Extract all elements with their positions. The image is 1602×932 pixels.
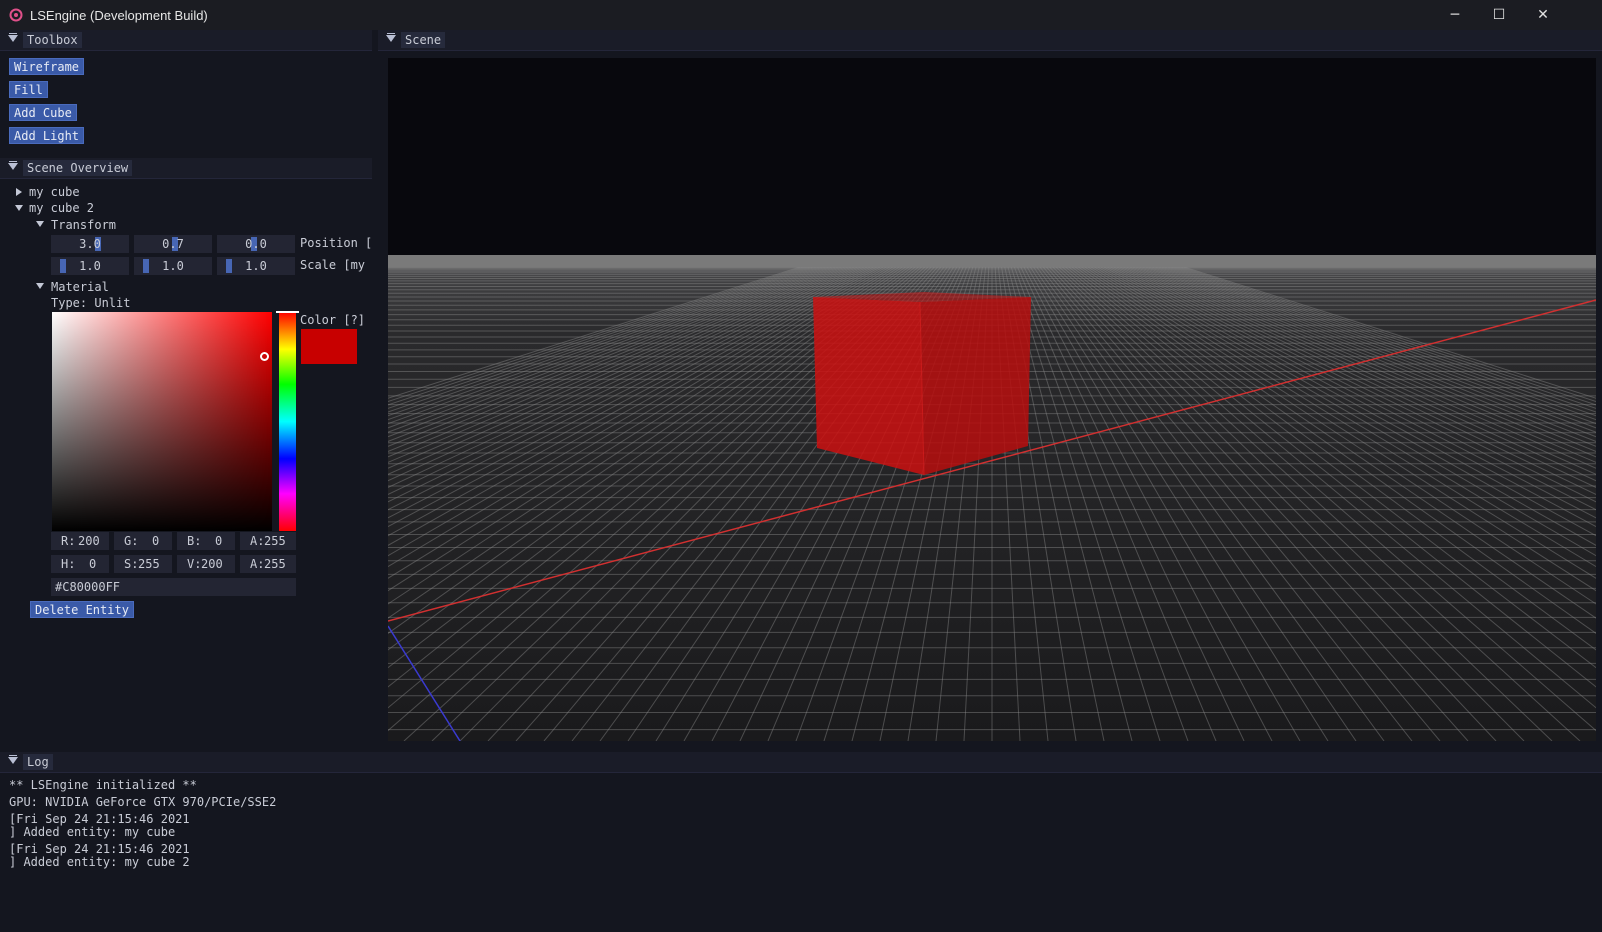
material-type: Type: Unlit <box>51 296 131 310</box>
scale-x-field[interactable]: 1.0 <box>51 257 129 275</box>
scale-z-field[interactable]: 1.0 <box>217 257 295 275</box>
hue-slider[interactable] <box>276 311 299 531</box>
log-line: ] Added entity: my cube <box>9 825 176 839</box>
cube-left-face <box>813 297 924 475</box>
saturation-field[interactable]: S: 255 <box>114 555 172 573</box>
scene-overview-header: Scene Overview <box>0 158 372 179</box>
color-label: Color [?] <box>300 313 366 327</box>
red-field[interactable]: R: 200 <box>51 532 109 550</box>
position-label: Position [n <box>300 236 372 250</box>
window-title: LSEngine (Development Build) <box>30 8 208 23</box>
color-swatch[interactable] <box>301 329 357 364</box>
scene-viewport[interactable] <box>388 58 1596 741</box>
window-titlebar: LSEngine (Development Build) ─ ☐ ✕ <box>0 0 1602 30</box>
toolbox-panel: Toolbox Wireframe Fill Add Cube Add Ligh… <box>0 30 372 154</box>
log-line: [Fri Sep 24 21:15:46 2021 <box>9 842 190 856</box>
slider-grab[interactable] <box>226 259 232 273</box>
transform-node[interactable]: Transform <box>51 218 116 232</box>
collapse-icon[interactable] <box>8 755 18 764</box>
alpha-field[interactable]: A: 255 <box>240 532 296 550</box>
log-line: ** LSEngine initialized ** <box>9 778 197 792</box>
minimize-button[interactable]: ─ <box>1432 0 1478 30</box>
expand-icon[interactable] <box>16 188 22 196</box>
hex-field[interactable]: #C80000FF <box>51 578 296 596</box>
entity-my-cube-2[interactable]: my cube 2 <box>29 201 94 215</box>
log-title[interactable]: Log <box>23 754 53 770</box>
alpha-field[interactable]: A: 255 <box>240 555 296 573</box>
picker-cursor[interactable] <box>260 352 269 361</box>
log-header: Log <box>0 752 1602 773</box>
cube-right-face <box>920 297 1031 475</box>
horizon-band <box>388 255 1596 267</box>
add-light-button[interactable]: Add Light <box>9 127 85 144</box>
collapse-icon[interactable] <box>8 33 18 42</box>
log-line: [Fri Sep 24 21:15:46 2021 <box>9 812 190 826</box>
material-node[interactable]: Material <box>51 280 109 294</box>
position-y-field[interactable]: 0.7 <box>134 235 212 253</box>
collapse-icon[interactable] <box>8 161 18 170</box>
log-panel: Log ** LSEngine initialized ** GPU: NVID… <box>0 752 1602 932</box>
scene-overview-title[interactable]: Scene Overview <box>23 160 133 176</box>
scene-title[interactable]: Scene <box>401 32 446 48</box>
toolbox-title[interactable]: Toolbox <box>23 32 82 48</box>
fill-button[interactable]: Fill <box>9 81 48 98</box>
scene-header: Scene <box>378 30 1602 51</box>
add-cube-button[interactable]: Add Cube <box>9 104 77 121</box>
scene-overview-panel: Scene Overview my cube my cube 2 Transfo… <box>0 158 372 744</box>
position-x-field[interactable]: 3.0 <box>51 235 129 253</box>
slider-grab[interactable] <box>143 259 149 273</box>
entity-my-cube[interactable]: my cube <box>29 185 80 199</box>
position-z-field[interactable]: 0.0 <box>217 235 295 253</box>
scene-panel: Scene <box>378 30 1602 750</box>
toolbox-header: Toolbox <box>0 30 372 51</box>
slider-grab[interactable] <box>60 259 66 273</box>
green-field[interactable]: G: 0 <box>114 532 172 550</box>
saturation-value-picker[interactable] <box>52 312 272 531</box>
sky <box>388 58 1596 260</box>
hue-marker[interactable] <box>276 311 299 313</box>
log-line: GPU: NVIDIA GeForce GTX 970/PCIe/SSE2 <box>9 795 277 809</box>
wireframe-button[interactable]: Wireframe <box>9 58 85 75</box>
app-logo-icon <box>9 8 23 22</box>
scale-label: Scale [my c <box>300 258 372 272</box>
blue-field[interactable]: B: 0 <box>177 532 235 550</box>
scale-y-field[interactable]: 1.0 <box>134 257 212 275</box>
value-field[interactable]: V: 200 <box>177 555 235 573</box>
delete-entity-button[interactable]: Delete Entity <box>30 601 134 618</box>
hue-field[interactable]: H: 0 <box>51 555 109 573</box>
cube[interactable] <box>813 292 1031 476</box>
close-button[interactable]: ✕ <box>1520 0 1566 30</box>
collapse-tree-icon[interactable] <box>36 221 44 227</box>
collapse-tree-icon[interactable] <box>15 205 23 211</box>
log-line: ] Added entity: my cube 2 <box>9 855 190 869</box>
collapse-icon[interactable] <box>386 33 396 42</box>
maximize-button[interactable]: ☐ <box>1476 0 1522 30</box>
collapse-tree-icon[interactable] <box>36 283 44 289</box>
